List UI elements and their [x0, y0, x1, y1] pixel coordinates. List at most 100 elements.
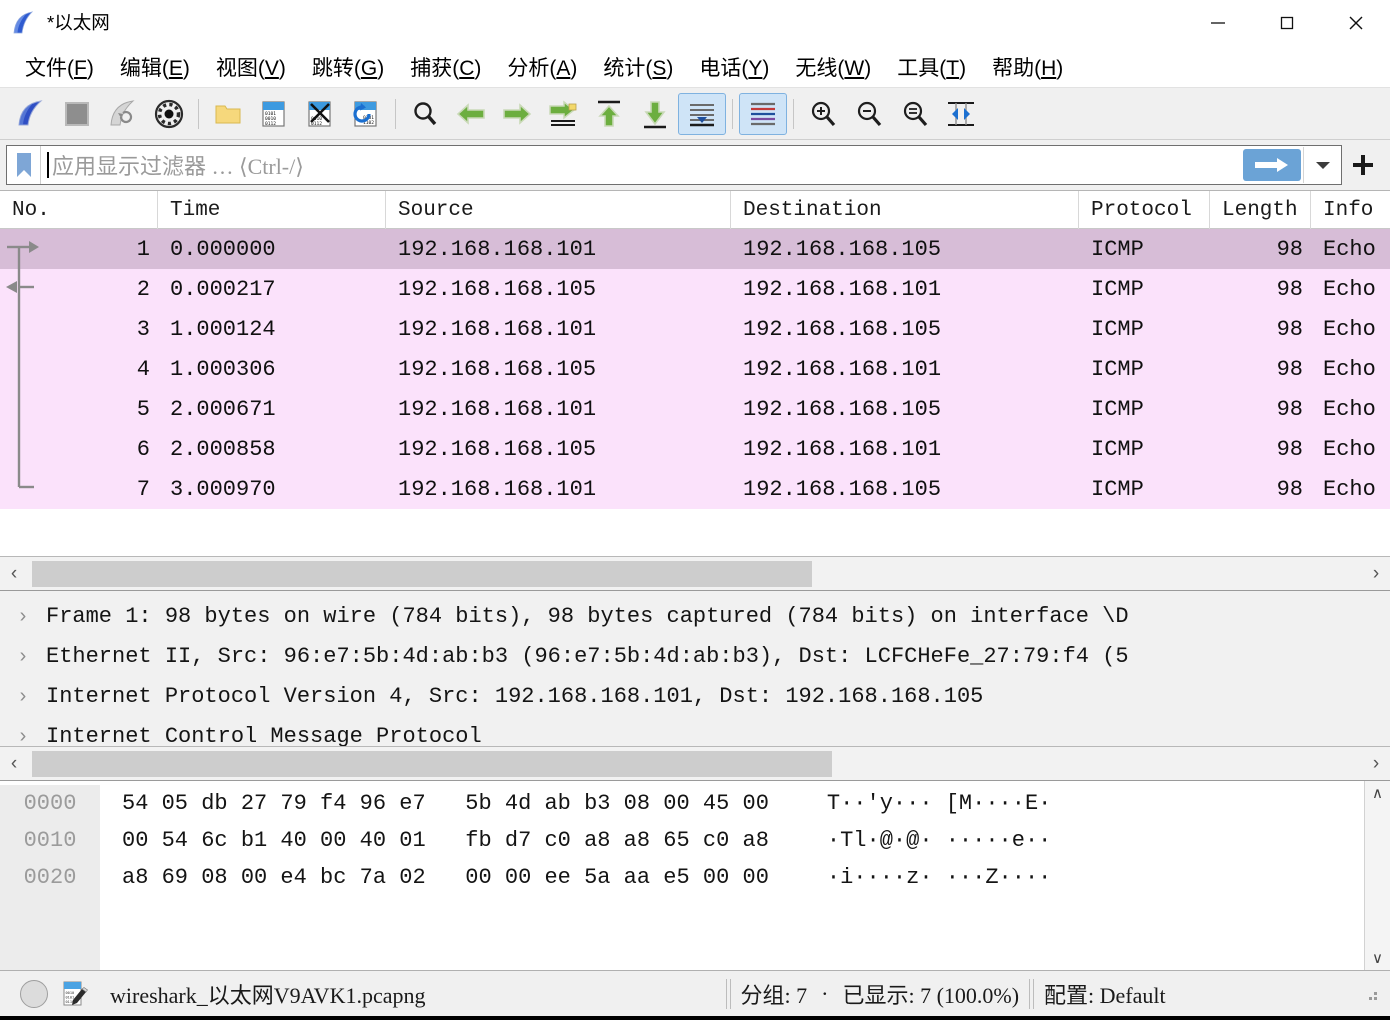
bookmark-icon[interactable]: [7, 146, 41, 184]
cell-info: Echo: [1311, 277, 1390, 302]
menu-item-capture[interactable]: 捕获(C): [397, 50, 494, 84]
detail-row-frame[interactable]: › Frame 1: 98 bytes on wire (784 bits), …: [0, 596, 1390, 636]
capture-status-circle-icon[interactable]: [20, 980, 48, 1008]
menu-item-statistics[interactable]: 统计(S): [590, 50, 686, 84]
menu-mnemonic: A: [556, 57, 570, 80]
byte-hex-column[interactable]: 54 05 db 27 79 f4 96 e7 5b 4d ab b3 08 0…: [100, 785, 769, 970]
column-header-source[interactable]: Source: [386, 191, 731, 229]
colorize-packets-icon[interactable]: [739, 93, 787, 135]
detail-row-ip[interactable]: › Internet Protocol Version 4, Src: 192.…: [0, 676, 1390, 716]
cell-destination: 192.168.168.105: [731, 397, 1079, 422]
close-button[interactable]: [1321, 0, 1390, 46]
packet-details-horizontal-scrollbar[interactable]: ‹ ›: [0, 746, 1390, 780]
table-row[interactable]: 5 2.000671 192.168.168.101 192.168.168.1…: [0, 389, 1390, 429]
chevron-right-icon[interactable]: ›: [0, 685, 46, 708]
scroll-down-icon[interactable]: ∨: [1372, 949, 1383, 967]
menu-label-pre: 无线(: [795, 57, 844, 80]
chevron-right-icon[interactable]: ›: [0, 725, 46, 747]
maximize-button[interactable]: [1252, 0, 1321, 46]
detail-row-ethernet[interactable]: › Ethernet II, Src: 96:e7:5b:4d:ab:b3 (9…: [0, 636, 1390, 676]
table-row[interactable]: 7 3.000970 192.168.168.101 192.168.168.1…: [0, 469, 1390, 509]
add-filter-button[interactable]: [1342, 145, 1384, 185]
packet-bytes-body[interactable]: 0000 0010 0020 54 05 db 27 79 f4 96 e7 5…: [0, 781, 1364, 970]
zoom-out-icon[interactable]: [846, 92, 892, 136]
resize-columns-icon[interactable]: [938, 92, 984, 136]
scroll-thumb[interactable]: [32, 751, 832, 777]
reload-file-icon[interactable]: 01011102: [343, 92, 389, 136]
open-file-folder-icon[interactable]: [205, 92, 251, 136]
save-file-icon[interactable]: 010100100112: [251, 92, 297, 136]
close-file-icon[interactable]: 00100112: [297, 92, 343, 136]
menu-item-file[interactable]: 文件(F): [12, 50, 107, 84]
table-row[interactable]: 1 0.000000 192.168.168.101 192.168.168.1…: [0, 229, 1390, 269]
cell-destination: 192.168.168.105: [731, 477, 1079, 502]
go-first-packet-icon[interactable]: [586, 92, 632, 136]
byte-ascii-row: ·i····z· ···Z····: [827, 859, 1051, 896]
scroll-right-icon[interactable]: ›: [1362, 558, 1390, 590]
zoom-in-icon[interactable]: [800, 92, 846, 136]
menu-item-help[interactable]: 帮助(H): [979, 50, 1076, 84]
title-bar: *以太网: [0, 0, 1390, 46]
scroll-track[interactable]: [28, 558, 1362, 590]
menu-item-telephony[interactable]: 电话(Y): [686, 50, 782, 84]
menu-item-edit[interactable]: 编辑(E): [107, 50, 203, 84]
go-back-icon[interactable]: [448, 92, 494, 136]
byte-ascii-column[interactable]: T··'y··· [M····E· ·Tl·@·@· ·····e·· ·i··…: [769, 785, 1051, 970]
menu-label-pre: 捕获(: [410, 57, 459, 80]
table-row[interactable]: 3 1.000124 192.168.168.101 192.168.168.1…: [0, 309, 1390, 349]
capture-options-gear-icon[interactable]: [146, 92, 192, 136]
detail-row-icmp[interactable]: › Internet Control Message Protocol: [0, 716, 1390, 746]
column-header-length[interactable]: Length: [1210, 191, 1311, 229]
display-filter-input[interactable]: 应用显示过滤器 … ⟨Ctrl-/⟩: [6, 145, 1342, 185]
auto-scroll-icon[interactable]: [678, 93, 726, 135]
column-header-info[interactable]: Info: [1311, 191, 1390, 229]
scroll-right-icon[interactable]: ›: [1362, 748, 1390, 780]
menu-item-go[interactable]: 跳转(G): [299, 50, 397, 84]
scroll-left-icon[interactable]: ‹: [0, 748, 28, 780]
table-row[interactable]: 2 0.000217 192.168.168.105 192.168.168.1…: [0, 269, 1390, 309]
chevron-right-icon[interactable]: ›: [0, 605, 46, 628]
stop-capture-icon[interactable]: [54, 92, 100, 136]
go-last-packet-icon[interactable]: [632, 92, 678, 136]
scroll-track[interactable]: [28, 748, 1362, 780]
packet-list-horizontal-scrollbar[interactable]: ‹ ›: [0, 556, 1390, 590]
go-to-packet-icon[interactable]: [540, 92, 586, 136]
start-capture-icon[interactable]: [8, 92, 54, 136]
zoom-reset-icon[interactable]: [892, 92, 938, 136]
menu-label-post: ): [666, 57, 673, 80]
scroll-left-icon[interactable]: ‹: [0, 558, 28, 590]
filter-history-chevron-down-icon[interactable]: [1303, 147, 1341, 183]
menu-mnemonic: W: [844, 57, 864, 80]
packet-list-headers: No. Time Source Destination Protocol Len…: [0, 191, 1390, 229]
table-row[interactable]: 4 1.000306 192.168.168.105 192.168.168.1…: [0, 349, 1390, 389]
edit-file-icon[interactable]: 001001010110: [62, 980, 88, 1008]
column-header-time[interactable]: Time: [158, 191, 386, 229]
scroll-thumb[interactable]: [32, 561, 812, 587]
resize-grip[interactable]: [1362, 985, 1380, 1003]
menu-item-tools[interactable]: 工具(T): [884, 50, 979, 84]
find-packet-magnifier-icon[interactable]: [402, 92, 448, 136]
packet-list-pane: No. Time Source Destination Protocol Len…: [0, 190, 1390, 590]
toolbar-separator-2: [395, 99, 396, 129]
scroll-up-icon[interactable]: ∧: [1372, 784, 1383, 802]
menu-mnemonic: S: [652, 57, 666, 80]
table-row[interactable]: 6 2.000858 192.168.168.105 192.168.168.1…: [0, 429, 1390, 469]
chevron-right-icon[interactable]: ›: [0, 645, 46, 668]
detail-row-label: Internet Protocol Version 4, Src: 192.16…: [46, 684, 983, 709]
apply-filter-arrow-icon[interactable]: [1243, 149, 1301, 181]
cell-source: 192.168.168.101: [386, 397, 731, 422]
column-header-no[interactable]: No.: [0, 191, 158, 229]
cell-no: 6: [0, 437, 158, 462]
packet-bytes-vertical-scrollbar[interactable]: ∧ ∨: [1364, 781, 1390, 970]
column-header-protocol[interactable]: Protocol: [1079, 191, 1210, 229]
menu-item-view[interactable]: 视图(V): [203, 50, 299, 84]
window-title: *以太网: [47, 14, 110, 33]
menu-item-wireless[interactable]: 无线(W): [782, 50, 884, 84]
cell-protocol: ICMP: [1079, 477, 1210, 502]
minimize-button[interactable]: [1183, 0, 1252, 46]
menu-item-analyze[interactable]: 分析(A): [494, 50, 590, 84]
restart-capture-icon[interactable]: [100, 92, 146, 136]
detail-row-label: Internet Control Message Protocol: [46, 724, 482, 747]
column-header-destination[interactable]: Destination: [731, 191, 1079, 229]
go-forward-icon[interactable]: [494, 92, 540, 136]
